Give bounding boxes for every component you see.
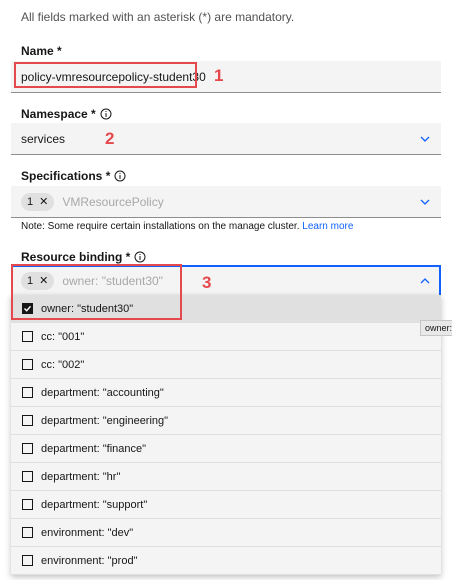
annotation-number-3: 3 — [202, 273, 212, 292]
annotation-box-1 — [14, 62, 197, 88]
specifications-label: Specifications * — [21, 169, 126, 183]
checkbox-icon[interactable] — [22, 443, 33, 454]
chevron-down-icon[interactable] — [419, 133, 431, 145]
info-icon[interactable] — [114, 170, 126, 182]
namespace-label: Namespace * — [21, 107, 112, 121]
learn-more-link[interactable]: Learn more — [302, 221, 353, 232]
menu-item[interactable]: cc: "002" — [11, 351, 441, 379]
menu-item[interactable]: environment: "prod" — [11, 547, 441, 575]
specifications-placeholder: VMResourcePolicy — [62, 194, 164, 209]
namespace-select[interactable]: services — [11, 123, 441, 155]
annotation-box-3 — [11, 264, 182, 320]
specifications-multiselect[interactable]: 1 ✕ VMResourcePolicy — [11, 186, 441, 218]
menu-item[interactable]: department: "engineering" — [11, 407, 441, 435]
checkbox-icon[interactable] — [22, 555, 33, 566]
checkbox-icon[interactable] — [22, 387, 33, 398]
checkbox-icon[interactable] — [22, 331, 33, 342]
specifications-note: Note: Some require certain installations… — [21, 221, 354, 232]
clear-icon[interactable]: ✕ — [39, 195, 48, 208]
menu-item[interactable]: department: "finance" — [11, 435, 441, 463]
info-icon[interactable] — [134, 251, 146, 263]
menu-item[interactable]: environment: "dev" — [11, 519, 441, 547]
checkbox-icon[interactable] — [22, 527, 33, 538]
mandatory-note: All fields marked with an asterisk (*) a… — [21, 10, 295, 24]
checkbox-icon[interactable] — [22, 359, 33, 370]
selected-count-tag[interactable]: 1 ✕ — [21, 192, 55, 211]
checkbox-icon[interactable] — [22, 499, 33, 510]
chevron-down-icon[interactable] — [419, 196, 431, 208]
checkbox-icon[interactable] — [22, 415, 33, 426]
annotation-number-2: 2 — [105, 129, 115, 148]
menu-item[interactable]: cc: "001" — [11, 323, 441, 351]
resource-binding-menu: owner: "student30" cc: "001" cc: "002" d… — [11, 295, 441, 575]
menu-item[interactable]: department: "hr" — [11, 463, 441, 491]
chevron-up-icon[interactable] — [419, 275, 431, 287]
name-label: Name * — [21, 44, 62, 58]
menu-item[interactable]: department: "support" — [11, 491, 441, 519]
info-icon[interactable] — [100, 108, 112, 120]
tooltip: owner: " — [420, 320, 452, 336]
checkbox-icon[interactable] — [22, 471, 33, 482]
menu-item[interactable]: department: "accounting" — [11, 379, 441, 407]
annotation-number-1: 1 — [214, 66, 224, 85]
resource-binding-label: Resource binding * — [21, 250, 146, 264]
namespace-value: services — [21, 131, 66, 146]
